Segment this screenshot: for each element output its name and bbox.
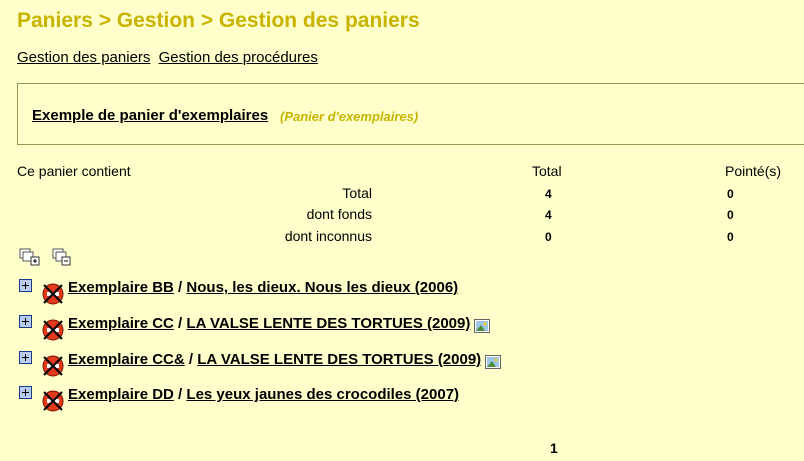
picture-icon[interactable]	[485, 355, 502, 370]
basket-name-link[interactable]: Exemple de panier d'exemplaires	[32, 107, 268, 124]
total-header: Total	[532, 163, 562, 179]
stats-row-total-value: 0	[545, 230, 552, 244]
item-text: Exemplaire CC / LA VALSE LENTE DES TORTU…	[68, 315, 491, 334]
item-text: Exemplaire CC& / LA VALSE LENTE DES TORT…	[68, 351, 502, 370]
expand-icon[interactable]	[19, 315, 32, 328]
pager-current-page: 1	[550, 440, 558, 456]
exemplaire-link[interactable]: Exemplaire CC	[68, 315, 174, 332]
stats-row-pointed-value: 0	[727, 187, 734, 201]
item-separator: /	[173, 386, 187, 403]
notice-link[interactable]: Nous, les dieux. Nous les dieux (2006)	[186, 279, 458, 296]
picture-icon[interactable]	[474, 319, 491, 334]
item-text: Exemplaire DD / Les yeux jaunes des croc…	[68, 386, 459, 403]
expand-icon[interactable]	[19, 351, 32, 364]
exemplaire-link[interactable]: Exemplaire BB	[68, 279, 174, 296]
notice-link[interactable]: LA VALSE LENTE DES TORTUES (2009)	[186, 315, 470, 332]
item-separator: /	[184, 351, 198, 368]
basket-type-label: (Panier d'exemplaires)	[280, 109, 419, 124]
stats-row-total-value: 4	[545, 187, 552, 201]
contains-label: Ce panier contient	[17, 163, 131, 179]
stats-row-pointed-value: 0	[727, 230, 734, 244]
basket-header-box: Exemple de panier d'exemplaires (Panier …	[17, 83, 804, 145]
notice-link[interactable]: LA VALSE LENTE DES TORTUES (2009)	[197, 351, 481, 368]
stats-row-total-value: 4	[545, 208, 552, 222]
no-entry-icon[interactable]	[41, 353, 65, 377]
item-text: Exemplaire BB / Nous, les dieux. Nous le…	[68, 279, 458, 296]
list-item: Exemplaire BB / Nous, les dieux. Nous le…	[19, 279, 799, 309]
exemplaire-link[interactable]: Exemplaire CC&	[68, 351, 185, 368]
exemplaire-link[interactable]: Exemplaire DD	[68, 386, 174, 403]
stats-row-pointed-value: 0	[727, 208, 734, 222]
list-item: Exemplaire DD / Les yeux jaunes des croc…	[19, 386, 799, 416]
list-item: Exemplaire CC& / LA VALSE LENTE DES TORT…	[19, 351, 799, 381]
no-entry-icon[interactable]	[41, 281, 65, 305]
expand-icon[interactable]	[19, 279, 32, 292]
item-separator: /	[173, 315, 187, 332]
expand-icon[interactable]	[19, 386, 32, 399]
list-item: Exemplaire CC / LA VALSE LENTE DES TORTU…	[19, 315, 799, 345]
tab-gestion-procedures[interactable]: Gestion des procédures	[159, 49, 318, 66]
tab-gestion-paniers[interactable]: Gestion des paniers	[17, 49, 150, 66]
stats-row-label: Total	[342, 185, 372, 201]
notice-link[interactable]: Les yeux jaunes des crocodiles (2007)	[186, 386, 459, 403]
tab-bar: Gestion des paniers Gestion des procédur…	[17, 49, 322, 66]
item-separator: /	[173, 279, 187, 296]
stats-row-label: dont inconnus	[284, 228, 372, 244]
no-entry-icon[interactable]	[41, 317, 65, 341]
copy-remove-icon[interactable]	[52, 248, 71, 266]
copy-add-icon[interactable]	[19, 248, 40, 266]
pointed-header: Pointé(s)	[725, 163, 782, 179]
page-title: Paniers > Gestion > Gestion des paniers	[17, 9, 420, 32]
no-entry-icon[interactable]	[41, 388, 65, 412]
stats-row-label: dont fonds	[306, 206, 372, 222]
